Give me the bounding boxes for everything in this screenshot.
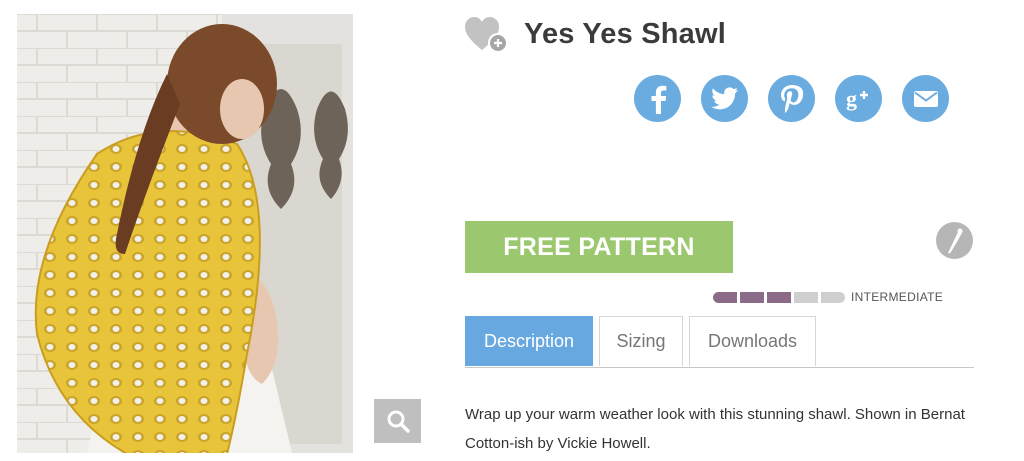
share-twitter-button[interactable] — [701, 75, 748, 122]
tab-downloads[interactable]: Downloads — [689, 316, 816, 366]
email-icon — [913, 90, 938, 107]
tab-sizing[interactable]: Sizing — [599, 316, 683, 366]
skill-segment — [740, 291, 764, 303]
skill-segment — [767, 291, 791, 303]
zoom-button[interactable] — [374, 399, 421, 443]
social-share-bar: g — [634, 75, 969, 122]
page-title: Yes Yes Shawl — [524, 18, 726, 50]
svg-text:g: g — [846, 86, 857, 111]
add-favorite-button[interactable] — [465, 16, 509, 54]
tab-description[interactable]: Description — [465, 316, 593, 366]
search-icon — [387, 410, 410, 433]
product-tabs: Description Sizing Downloads — [465, 316, 974, 368]
share-email-button[interactable] — [902, 75, 949, 122]
product-photo-illustration — [17, 14, 353, 453]
skill-segment — [794, 291, 818, 303]
skill-level-label: INTERMEDIATE — [851, 290, 944, 304]
google-plus-icon: g — [846, 86, 868, 111]
free-pattern-button[interactable]: FREE PATTERN — [465, 221, 733, 273]
pinterest-icon — [780, 84, 803, 113]
skill-segment — [821, 291, 845, 303]
crochet-hook-icon — [936, 222, 973, 259]
facebook-icon — [651, 85, 666, 114]
share-pinterest-button[interactable] — [768, 75, 815, 122]
product-description: Wrap up your warm weather look with this… — [465, 406, 965, 452]
skill-segment — [713, 291, 737, 303]
heart-plus-icon — [465, 17, 508, 53]
product-image[interactable] — [17, 14, 353, 453]
share-facebook-button[interactable] — [634, 75, 681, 122]
share-google-plus-button[interactable]: g — [835, 75, 882, 122]
twitter-icon — [710, 86, 738, 109]
skill-level-indicator: INTERMEDIATE — [713, 290, 943, 304]
